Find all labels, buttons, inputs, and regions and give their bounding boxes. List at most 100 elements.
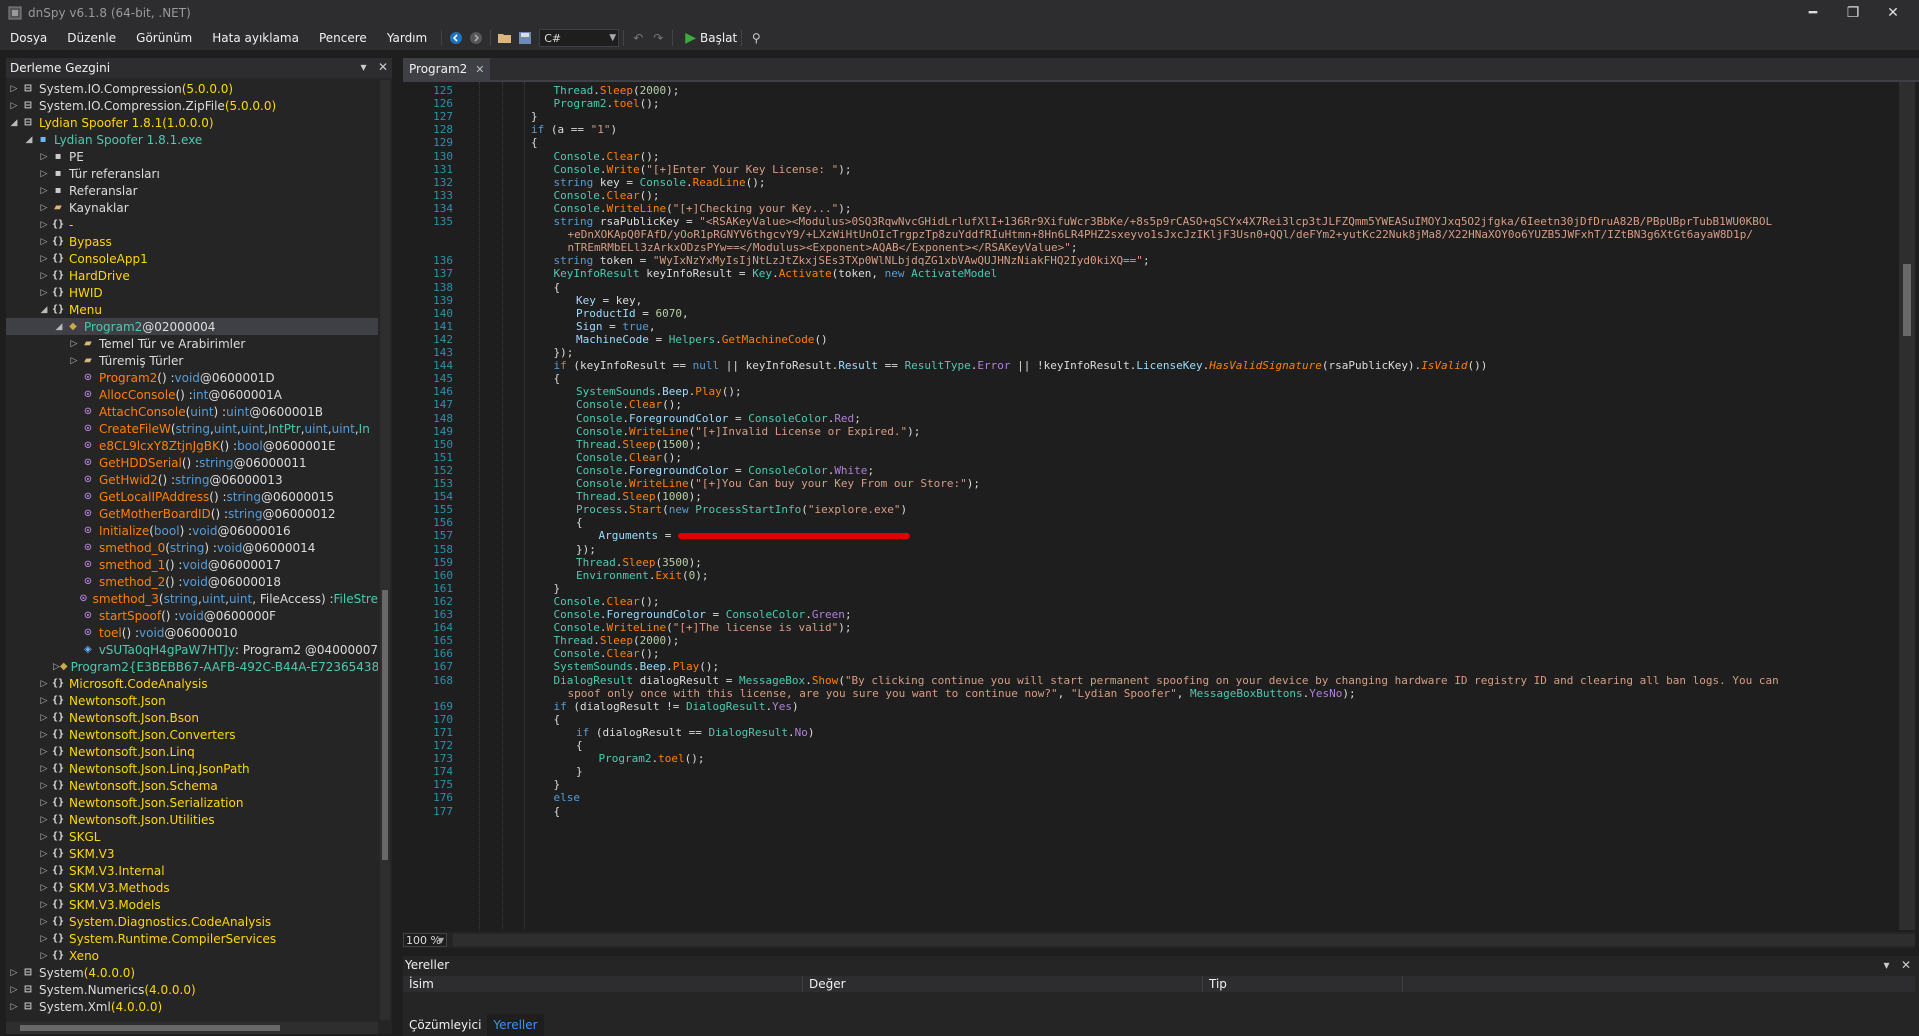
expanded-arrow-icon[interactable]: ◢: [8, 118, 20, 128]
tree-item[interactable]: ▷{} Newtonsoft.Json.Linq.JsonPath: [6, 760, 378, 777]
tree-item[interactable]: ◢{} Menu: [6, 301, 378, 318]
collapsed-arrow-icon[interactable]: ▷: [68, 339, 80, 349]
tree-item[interactable]: ⊙ AllocConsole() : int @0600001A: [6, 386, 378, 403]
tree-item[interactable]: ▷ ⊟ System (4.0.0.0): [6, 964, 378, 981]
redo-icon[interactable]: ↷: [648, 29, 668, 47]
collapsed-arrow-icon[interactable]: ▷: [38, 237, 50, 247]
collapsed-arrow-icon[interactable]: ▷: [8, 985, 20, 995]
tree-item[interactable]: ▷{} Newtonsoft.Json: [6, 692, 378, 709]
collapsed-arrow-icon[interactable]: ▷: [38, 747, 50, 757]
save-all-icon[interactable]: [515, 29, 535, 47]
code-editor[interactable]: 125 Thread.Sleep(2000); 126 Program2.toel()…: [403, 82, 1899, 930]
tree-item[interactable]: ▷ ⊟ System.Numerics (4.0.0.0): [6, 981, 378, 998]
tree-item[interactable]: ⊙ smethod_1() : void @06000017: [6, 556, 378, 573]
collapsed-arrow-icon[interactable]: ▷: [38, 951, 50, 961]
tree-item[interactable]: ⊙ CreateFileW(string, uint, uint, IntPtr,…: [6, 420, 378, 437]
column-name[interactable]: İsim: [403, 976, 803, 992]
tree-item[interactable]: ◢ ◆ Program2 @02000004: [6, 318, 378, 335]
collapsed-arrow-icon[interactable]: ▷: [38, 696, 50, 706]
tree-item[interactable]: ⊙ startSpoof() : void @0600000F: [6, 607, 378, 624]
restore-button[interactable]: ❐: [1833, 2, 1873, 24]
close-window-button[interactable]: ✕: [1873, 2, 1913, 24]
tree-item[interactable]: ▷ ⊟ System.IO.Compression.ZipFile (5.0.0.0…: [6, 97, 378, 114]
scrollbar-thumb[interactable]: [1903, 264, 1911, 336]
tree-item[interactable]: ▷{} HardDrive: [6, 267, 378, 284]
tree-vertical-scrollbar[interactable]: [380, 80, 390, 1020]
tree-item[interactable]: ▷ ▪ Tür referansları: [6, 165, 378, 182]
menu-edit[interactable]: Düzenle: [57, 31, 126, 45]
menu-help[interactable]: Yardım: [377, 31, 437, 45]
tree-item[interactable]: ▷{} Newtonsoft.Json.Converters: [6, 726, 378, 743]
collapsed-arrow-icon[interactable]: ▷: [38, 866, 50, 876]
start-button[interactable]: ▶ Başlat: [685, 30, 737, 46]
collapsed-arrow-icon[interactable]: ▷: [38, 220, 50, 230]
tree-item[interactable]: ⊙ GetHDDSerial() : string @06000011: [6, 454, 378, 471]
language-select[interactable]: C# ▼: [539, 29, 620, 47]
tree-item[interactable]: ⊙ GetHwid2() : string @06000013: [6, 471, 378, 488]
forward-icon[interactable]: [466, 29, 486, 47]
collapsed-arrow-icon[interactable]: ▷: [38, 883, 50, 893]
tree-item[interactable]: ▷{} SKM.V3.Models: [6, 896, 378, 913]
tree-item[interactable]: ⊙ AttachConsole(uint) : uint @0600001B: [6, 403, 378, 420]
collapsed-arrow-icon[interactable]: ▷: [38, 288, 50, 298]
collapsed-arrow-icon[interactable]: ▷: [38, 679, 50, 689]
collapsed-arrow-icon[interactable]: ▷: [38, 271, 50, 281]
menu-window[interactable]: Pencere: [309, 31, 377, 45]
tree-item[interactable]: ▷{} Newtonsoft.Json.Serialization: [6, 794, 378, 811]
collapsed-arrow-icon[interactable]: ▷: [38, 713, 50, 723]
tree-item[interactable]: ⊙ GetLocalIPAddress() : string @06000015: [6, 488, 378, 505]
column-type[interactable]: Tip: [1203, 976, 1403, 992]
tab-solver[interactable]: Çözümleyici: [403, 1014, 487, 1036]
collapsed-arrow-icon[interactable]: ▷: [38, 815, 50, 825]
menu-debug[interactable]: Hata ayıklama: [202, 31, 309, 45]
tree-item[interactable]: ▷{} SKGL: [6, 828, 378, 845]
close-icon[interactable]: ✕: [378, 60, 388, 74]
assembly-tree[interactable]: ▷ ⊟ System.IO.Compression (5.0.0.0) ▷ ⊟ Syste…: [6, 80, 378, 1020]
close-icon[interactable]: ✕: [1901, 958, 1911, 972]
collapsed-arrow-icon[interactable]: ▷: [38, 203, 50, 213]
collapsed-arrow-icon[interactable]: ▷: [8, 968, 20, 978]
tree-horizontal-scrollbar[interactable]: [6, 1022, 378, 1034]
tree-item[interactable]: ⊙ smethod_2() : void @06000018: [6, 573, 378, 590]
tree-item[interactable]: ▷{} Bypass: [6, 233, 378, 250]
tree-item[interactable]: ▷ ▪ PE: [6, 148, 378, 165]
tree-item[interactable]: ▷{} Newtonsoft.Json.Utilities: [6, 811, 378, 828]
menu-view[interactable]: Görünüm: [126, 31, 202, 45]
tree-item[interactable]: ▷{} Newtonsoft.Json.Schema: [6, 777, 378, 794]
collapsed-arrow-icon[interactable]: ▷: [38, 152, 50, 162]
open-folder-icon[interactable]: [495, 29, 515, 47]
collapsed-arrow-icon[interactable]: ▷: [38, 169, 50, 179]
tree-item[interactable]: ▷ ▪ Referanslar: [6, 182, 378, 199]
editor-horizontal-scrollbar[interactable]: [453, 934, 1915, 946]
tree-item[interactable]: ▷ ⊟ System.Xml (4.0.0.0): [6, 998, 378, 1015]
tree-item[interactable]: ▷{} Newtonsoft.Json.Linq: [6, 743, 378, 760]
tree-item[interactable]: ▷{} -: [6, 216, 378, 233]
chevron-down-icon[interactable]: ▾: [1883, 958, 1889, 972]
tree-item[interactable]: ▷ ◆ Program2{E3BEBB67-AAFB-492C-B44A-E7236…: [6, 658, 378, 675]
tree-item[interactable]: ▷{} Xeno: [6, 947, 378, 964]
collapsed-arrow-icon[interactable]: ▷: [38, 934, 50, 944]
tree-item[interactable]: ⊙ GetMotherBoardID() : string @06000012: [6, 505, 378, 522]
editor-vertical-scrollbar[interactable]: [1899, 82, 1915, 930]
tree-item[interactable]: ▷ ⊟ System.IO.Compression (5.0.0.0): [6, 80, 378, 97]
tree-item[interactable]: ⊙ smethod_0(string) : void @06000014: [6, 539, 378, 556]
chevron-down-icon[interactable]: ▾: [360, 60, 366, 74]
expanded-arrow-icon[interactable]: ◢: [23, 135, 35, 145]
collapsed-arrow-icon[interactable]: ▷: [8, 84, 20, 94]
tree-item[interactable]: ◢ ▪ Lydian Spoofer 1.8.1.exe: [6, 131, 378, 148]
tree-item[interactable]: ⊙ toel() : void @06000010: [6, 624, 378, 641]
tree-item[interactable]: ▷{} Microsoft.CodeAnalysis: [6, 675, 378, 692]
collapsed-arrow-icon[interactable]: ▷: [38, 186, 50, 196]
menu-file[interactable]: Dosya: [0, 31, 57, 45]
minimize-button[interactable]: ━: [1793, 2, 1833, 24]
expanded-arrow-icon[interactable]: ◢: [53, 322, 65, 332]
tree-item[interactable]: ▷{} SKM.V3.Internal: [6, 862, 378, 879]
collapsed-arrow-icon[interactable]: ▷: [8, 1002, 20, 1012]
collapsed-arrow-icon[interactable]: ▷: [53, 662, 60, 672]
scrollbar-thumb[interactable]: [382, 590, 388, 860]
tree-item[interactable]: ⊙ e8CL9lcxY8ZtjnJgBK() : bool @0600001E: [6, 437, 378, 454]
tree-item[interactable]: ▷{} SKM.V3: [6, 845, 378, 862]
collapsed-arrow-icon[interactable]: ▷: [8, 101, 20, 111]
undo-icon[interactable]: ↶: [628, 29, 648, 47]
close-icon[interactable]: ✕: [475, 63, 484, 76]
